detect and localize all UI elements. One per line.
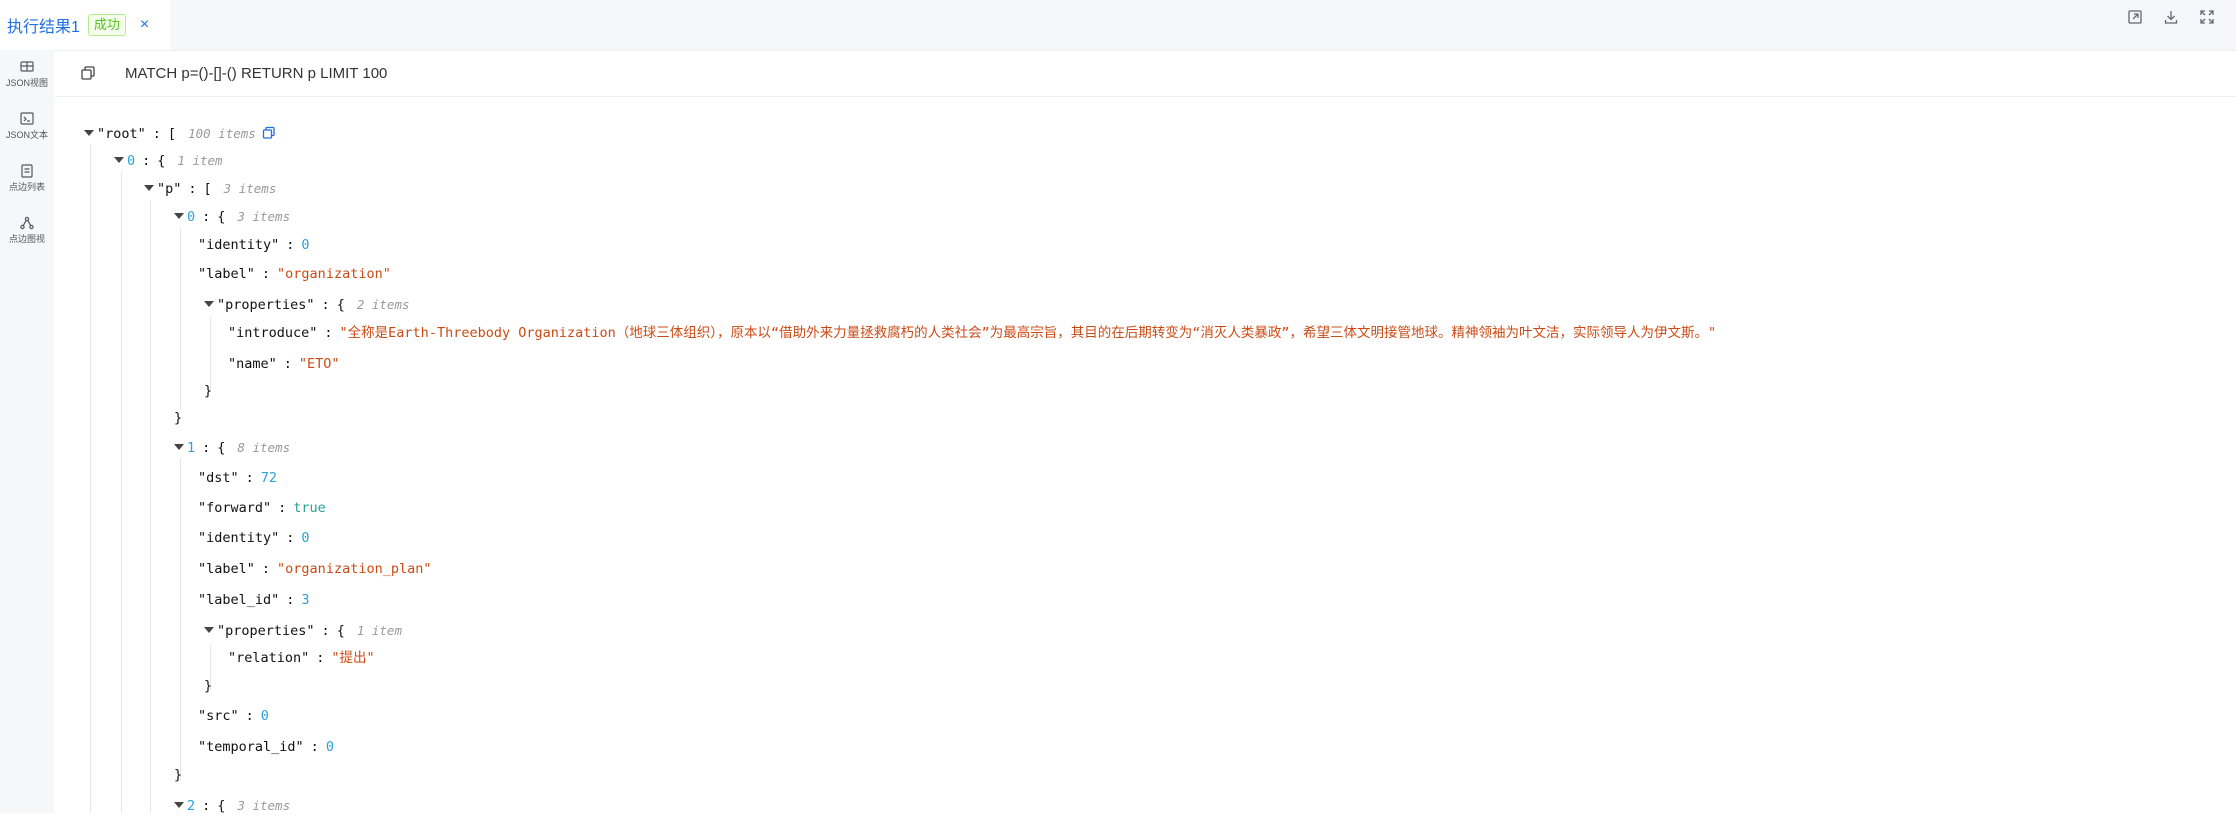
json-field-identity: "identity":0 (198, 237, 310, 253)
caret-down-icon[interactable] (174, 802, 184, 808)
json-field-dst: "dst":72 (198, 470, 278, 486)
json-field-relation: "relation": "提出" (228, 650, 375, 666)
caret-down-icon[interactable] (144, 185, 154, 191)
json-node-properties[interactable]: "properties":{1 item (204, 621, 402, 641)
caret-down-icon[interactable] (84, 130, 94, 136)
closing-brace: } (174, 410, 183, 426)
json-node-p-2[interactable]: 2:{3 items (174, 796, 290, 816)
caret-down-icon[interactable] (174, 213, 184, 219)
indent-guide (121, 172, 122, 813)
json-node-root[interactable]: "root":[100 items (84, 124, 276, 144)
indent-guide (180, 228, 181, 410)
json-node-item-0[interactable]: 0:{1 item (114, 151, 223, 171)
caret-down-icon[interactable] (204, 301, 214, 307)
indent-guide (180, 458, 181, 780)
json-tree-view: "root":[100 items 0:{1 item "p":[3 items… (0, 0, 2236, 816)
json-node-p-1[interactable]: 1:{8 items (174, 438, 290, 458)
json-node-properties[interactable]: "properties":{2 items (204, 295, 410, 315)
json-field-identity: "identity":0 (198, 530, 310, 546)
caret-down-icon[interactable] (174, 444, 184, 450)
caret-down-icon[interactable] (114, 157, 124, 163)
json-field-temporal-id: "temporal_id":0 (198, 739, 334, 755)
closing-brace: } (204, 383, 213, 399)
json-field-introduce: "introduce": "全称是Earth-Threebody Organiza… (228, 325, 1717, 341)
json-node-p-0[interactable]: 0:{3 items (174, 207, 290, 227)
indent-guide (90, 144, 91, 813)
closing-brace: } (174, 767, 183, 783)
json-field-label: "label": "organization_plan" (198, 561, 432, 577)
json-field-src: "src":0 (198, 708, 269, 724)
copy-icon[interactable] (262, 126, 276, 140)
caret-down-icon[interactable] (204, 627, 214, 633)
json-field-forward: "forward": true (198, 500, 326, 516)
json-field-label-id: "label_id":3 (198, 592, 310, 608)
json-field-label: "label": "organization" (198, 266, 391, 282)
indent-guide (150, 200, 151, 813)
json-node-p[interactable]: "p":[3 items (144, 179, 276, 199)
json-field-name: "name": "ETO" (228, 356, 340, 372)
indent-guide (210, 318, 211, 390)
closing-brace: } (204, 678, 213, 694)
